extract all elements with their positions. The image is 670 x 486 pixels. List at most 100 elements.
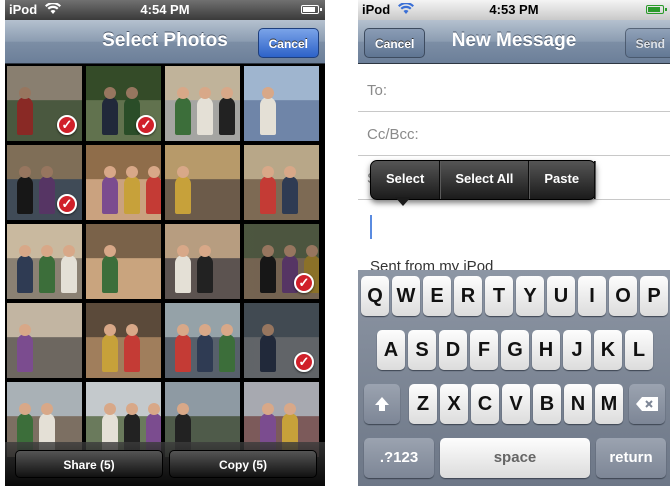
key-c[interactable]: C [471,384,499,424]
key-g[interactable]: G [501,330,529,370]
photo-figure-head [19,166,31,178]
photo-figure-head [262,403,274,415]
photo-figure-head [41,403,53,415]
photo-figure-head [148,166,160,178]
photo-thumbnail[interactable] [165,303,240,378]
photo-thumbnail[interactable]: ✓ [7,145,82,220]
photo-image [244,145,319,220]
photo-thumbnail[interactable] [165,66,240,141]
photo-figure-head [126,166,138,178]
key-x[interactable]: X [440,384,468,424]
photo-image [7,224,82,299]
key-l[interactable]: L [625,330,653,370]
photo-figure-head [104,166,116,178]
key-s[interactable]: S [408,330,436,370]
key-u[interactable]: U [547,276,575,316]
key-h[interactable]: H [532,330,560,370]
photo-thumbnail[interactable] [7,303,82,378]
checkmark-icon: ✓ [136,115,156,135]
key-j[interactable]: J [563,330,591,370]
key-y[interactable]: Y [516,276,544,316]
key-b[interactable]: B [533,384,561,424]
space-key[interactable]: space [440,438,590,478]
photo-figure-head [284,166,296,178]
key-t[interactable]: T [485,276,513,316]
select-photos-screen: iPod 4:54 PM Select Photos Cancel ✓ ✓ ✓ ✓ ✓ … [5,0,325,486]
photo-figure [197,97,213,135]
to-field[interactable]: To: [358,70,670,112]
copy-button[interactable]: Copy (5) [169,450,317,478]
photo-figure-head [306,245,318,257]
key-m[interactable]: M [595,384,623,424]
photo-thumbnail[interactable] [86,145,161,220]
paste-menu-item[interactable]: Paste [529,161,596,199]
select-menu-item[interactable]: Select [371,161,441,199]
key-z[interactable]: Z [409,384,437,424]
key-n[interactable]: N [564,384,592,424]
send-button[interactable]: Send [624,28,670,58]
key-v[interactable]: V [502,384,530,424]
photo-figure-head [177,403,189,415]
bottom-toolbar: Share (5) Copy (5) [5,442,325,486]
photo-thumbnail[interactable] [244,145,319,220]
photo-figure-head [41,166,53,178]
cancel-button[interactable]: Cancel [257,28,319,58]
photo-thumbnail[interactable]: ✓ [7,66,82,141]
photo-thumbnail[interactable]: ✓ [86,66,161,141]
photo-thumbnail[interactable] [244,66,319,141]
photo-thumbnail[interactable]: ✓ [244,224,319,299]
photo-figure [197,255,213,293]
ccbcc-field[interactable]: Cc/Bcc: [358,114,670,156]
key-f[interactable]: F [470,330,498,370]
key-q[interactable]: Q [361,276,389,316]
photo-figure-head [126,87,138,99]
clock: 4:54 PM [140,2,190,17]
backspace-key[interactable] [629,384,665,424]
checkmark-icon: ✓ [294,352,314,372]
photo-image [165,145,240,220]
keyboard: .?123 space return QWERTYUIOP ASDFGHJKL ZX… [358,270,670,486]
photo-image [86,145,161,220]
nav-bar: Select Photos Cancel [5,20,325,64]
key-i[interactable]: I [578,276,606,316]
photo-figure [17,255,33,293]
photo-figure-head [104,87,116,99]
photo-figure-head [104,245,116,257]
key-r[interactable]: R [454,276,482,316]
photo-figure-head [19,245,31,257]
text-cursor [370,215,372,239]
key-o[interactable]: O [609,276,637,316]
photo-figure [102,255,118,293]
photo-thumbnail[interactable]: ✓ [244,303,319,378]
select-all-menu-item[interactable]: Select All [440,161,530,199]
battery-icon [301,5,322,14]
photo-thumbnail[interactable] [86,303,161,378]
checkmark-icon: ✓ [294,273,314,293]
photo-figure-head [177,245,189,257]
photo-thumbnail[interactable] [7,224,82,299]
key-e[interactable]: E [423,276,451,316]
shift-key[interactable] [364,384,400,424]
key-d[interactable]: D [439,330,467,370]
numbers-key[interactable]: .?123 [364,438,434,478]
return-key[interactable]: return [596,438,666,478]
photo-thumbnail[interactable] [86,224,161,299]
photo-figure-head [126,403,138,415]
photo-image [165,303,240,378]
photo-figure [219,97,235,135]
key-w[interactable]: W [392,276,420,316]
share-button[interactable]: Share (5) [15,450,163,478]
photo-figure-head [148,403,160,415]
checkmark-icon: ✓ [57,194,77,214]
photo-figure-head [262,245,274,257]
photo-thumbnail[interactable] [165,145,240,220]
key-a[interactable]: A [377,330,405,370]
key-k[interactable]: K [594,330,622,370]
photo-image [165,224,240,299]
backspace-icon [636,397,658,411]
photo-figure-head [19,87,31,99]
photo-figure [197,334,213,372]
photo-figure-head [199,324,211,336]
key-p[interactable]: P [640,276,668,316]
photo-thumbnail[interactable] [165,224,240,299]
